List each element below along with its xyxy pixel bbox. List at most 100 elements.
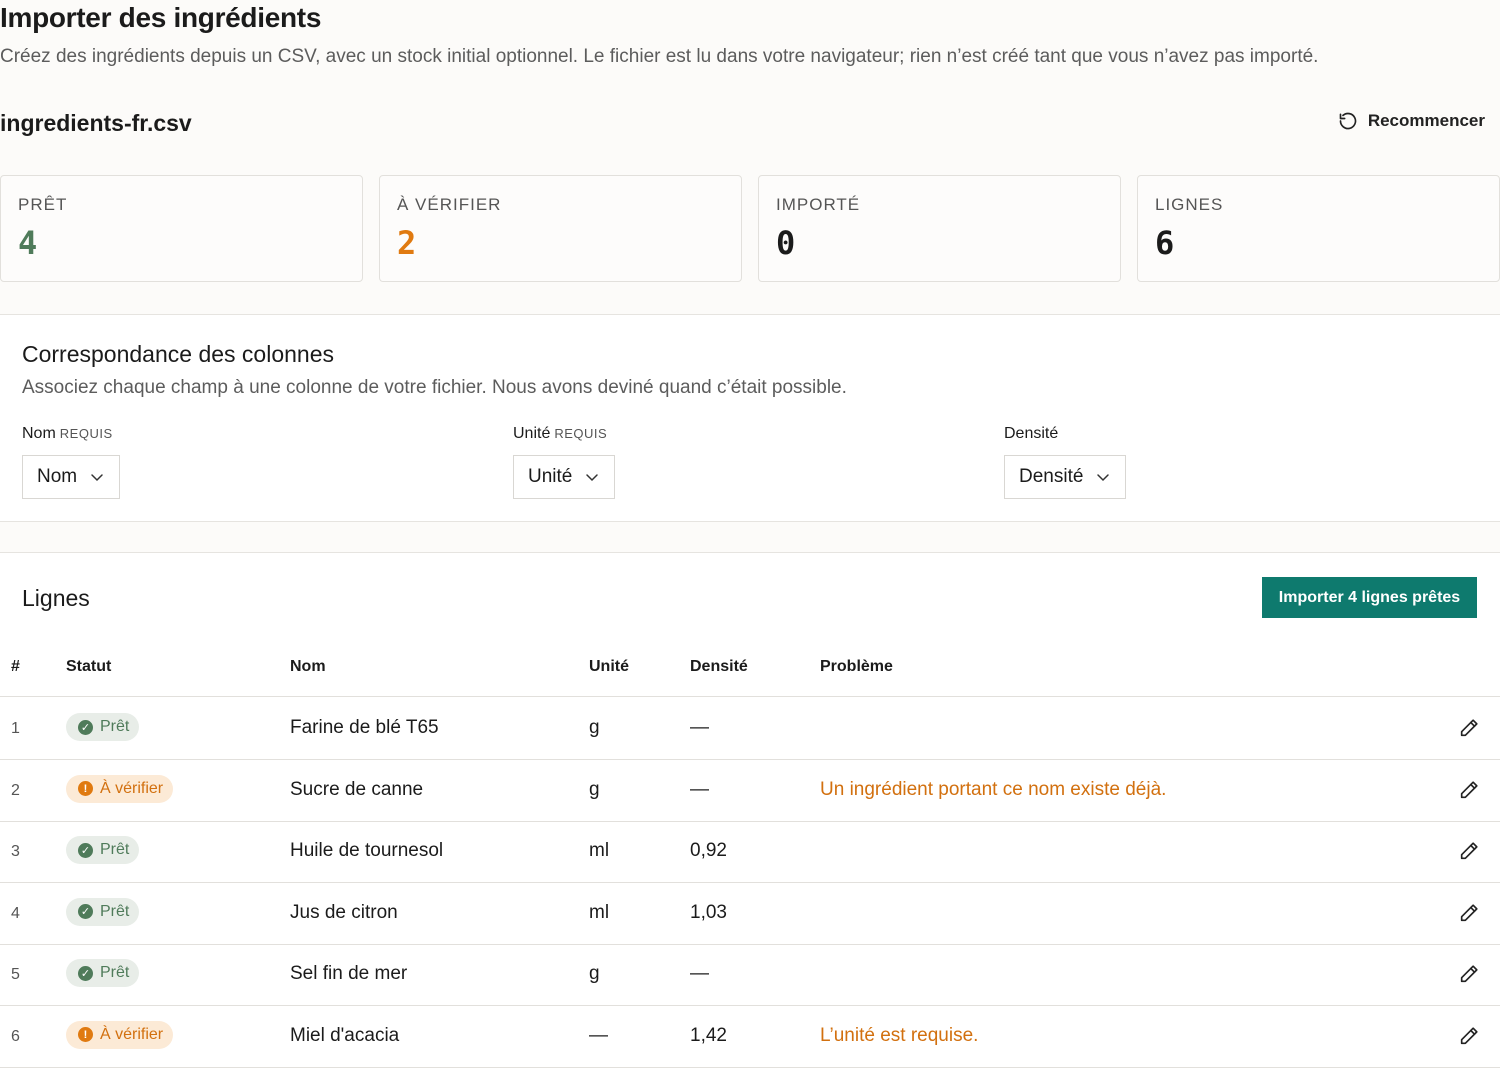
select-value: Densité [1019,466,1084,487]
stat-value: 4 [18,224,38,262]
required-tag: REQUIS [59,426,113,441]
ingredient-density: — [690,717,709,738]
pencil-icon [1458,717,1482,739]
status-badge: ✓ Prêt [66,959,140,987]
edit-row-button[interactable] [1458,779,1482,803]
ingredient-unit: ml [589,840,610,861]
column-header-problem: Problème [820,658,893,675]
edit-row-button[interactable] [1458,1025,1482,1049]
ingredient-unit: g [589,963,600,984]
status-badge: ! À vérifier [66,1020,174,1049]
status-badge: ✓ Prêt [66,897,140,926]
page-title: Importer des ingrédients [0,2,322,33]
pencil-icon [1458,963,1482,985]
stat-label: À VÉRIFIER [397,195,502,214]
rows-title: Lignes [22,585,90,611]
mapping-title: Correspondance des colonnes [22,341,334,367]
ingredient-density: — [690,778,709,800]
column-header-name: Nom [290,658,326,675]
edit-row-button[interactable] [1458,840,1482,864]
restart-button[interactable]: Recommencer [1338,111,1485,131]
ingredient-density: 0,92 [690,840,727,861]
edit-row-button[interactable] [1458,963,1482,987]
status-label: Prêt [100,902,130,920]
status-badge: ! À vérifier [66,774,174,803]
required-tag: REQUIS [554,426,608,441]
ingredient-unit: ml [589,901,610,923]
row-index: 4 [11,904,20,922]
stat-card-review: À VÉRIFIER 2 [379,175,742,282]
stat-card-lines: LIGNES 6 [1137,175,1500,282]
pencil-icon [1458,1025,1482,1047]
field-label-name: Nom REQUIS [22,425,113,443]
field-label-text: Nom [22,425,56,442]
page-subtitle: Créez des ingrédients depuis un CSV, ave… [0,46,1319,67]
stat-label: PRÊT [18,195,68,214]
unit-column-select[interactable]: Unité [513,455,616,499]
file-name: ingredients-fr.csv [0,110,192,136]
status-label: Prêt [100,841,130,858]
ingredient-unit: g [589,717,600,738]
row-problem: L’unité est requise. [820,1024,979,1046]
stat-card-ready: PRÊT 4 [0,175,363,282]
field-label-density: Densité [1004,425,1058,443]
density-column-select[interactable]: Densité [1004,455,1127,499]
row-index: 2 [11,781,20,799]
table-row: 4 ✓ Prêt Jus de citron ml 1,03 [0,883,1500,945]
restart-icon [1338,111,1358,131]
warning-circle-icon: ! [78,781,93,796]
stat-card-imported: IMPORTÉ 0 [758,175,1121,282]
ingredient-density: — [690,963,709,984]
table-row: 2! À vérifier Sucre de canne g — Un ingrédien… [0,760,1500,822]
edit-row-button[interactable] [1458,902,1482,926]
table-row: 6! À vérifier Miel d'acacia — 1,42 L’unité es… [0,1006,1500,1068]
ingredient-name: Huile de tournesol [290,840,444,861]
status-label: Prêt [100,718,130,735]
edit-row-button[interactable] [1458,717,1482,741]
stat-label: LIGNES [1155,195,1224,214]
check-circle-icon: ✓ [78,904,93,919]
stat-value: 0 [776,224,796,262]
ingredient-unit: — [589,1024,608,1046]
check-circle-icon: ✓ [78,842,93,858]
check-circle-icon: ✓ [78,965,93,981]
column-mapping-section: Correspondance des colonnes Associez cha… [0,314,1500,522]
name-column-select[interactable]: Nom [22,455,121,499]
pencil-icon [1458,840,1482,862]
table-row: 3 ✓ Prêt Huile de tournesol ml 0,92 [0,821,1500,883]
field-label-unit: Unité REQUIS [513,425,607,443]
pencil-icon [1458,902,1482,924]
warning-circle-icon: ! [78,1027,93,1042]
status-label: À vérifier [100,779,164,797]
row-index: 5 [11,966,20,983]
row-index: 1 [11,720,20,737]
ingredient-density: 1,03 [690,901,727,923]
ingredient-name: Farine de blé T65 [290,717,439,738]
table-row: 1 ✓ Prêt Farine de blé T65 g — [0,698,1500,760]
ingredient-name: Miel d'acacia [290,1024,400,1046]
select-value: Unité [528,466,573,487]
field-label-text: Unité [513,425,551,442]
field-label-text: Densité [1004,425,1059,442]
row-problem: Un ingrédient portant ce nom existe déjà… [820,778,1167,800]
stat-value: 6 [1155,224,1175,262]
row-index: 3 [11,843,20,860]
ingredient-unit: g [589,778,600,800]
chevron-down-icon [89,469,105,485]
column-header-unit: Unité [589,658,629,675]
stats-row: PRÊT 4 À VÉRIFIER 2 IMPORTÉ 0 LIGNES 6 [0,175,1500,282]
column-header-index: # [11,658,20,675]
stat-label: IMPORTÉ [776,195,861,214]
import-ready-rows-button[interactable]: Importer 4 lignes prêtes [1262,577,1477,618]
check-circle-icon: ✓ [78,719,93,735]
mapping-description: Associez chaque champ à une colonne de v… [22,377,847,398]
rows-section: Lignes Importer 4 lignes prêtes # Statut… [0,552,1500,1087]
chevron-down-icon [1095,469,1111,485]
status-badge: ✓ Prêt [66,836,140,864]
table-header: # Statut Nom Unité Densité Problème [0,637,1500,697]
select-value: Nom [37,466,78,487]
ingredient-density: 1,42 [690,1024,727,1046]
column-header-density: Densité [690,658,748,675]
restart-label: Recommencer [1367,111,1485,130]
stat-value: 2 [397,224,417,262]
